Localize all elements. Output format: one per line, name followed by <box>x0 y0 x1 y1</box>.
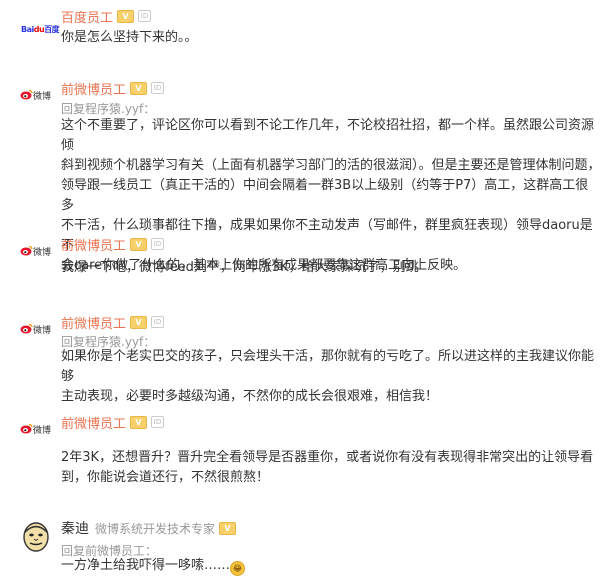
weibo-logo-text: 微博 <box>33 92 52 102</box>
weibo-logo-avatar[interactable]: 微博 <box>20 423 52 437</box>
weibo-logo-avatar[interactable]: 微博 <box>20 323 52 337</box>
comment-2: 微博 前微博员工 V ID 回复程序猿.yyf： 这个不重要了，评论区你可以看到… <box>0 78 609 273</box>
verified-badge-icon: V <box>130 315 148 329</box>
verified-badge-icon: V <box>130 81 148 95</box>
comment-2-header: 前微博员工 V ID <box>61 78 165 98</box>
author-name[interactable]: 前微博员工 <box>61 413 126 432</box>
comment-text: 你是怎么坚持下来的。。 <box>61 30 198 45</box>
comment-1: Baidu百度 百度员工 V ID 你是怎么坚持下来的。。 <box>0 6 609 50</box>
id-badge-icon: ID <box>151 82 165 94</box>
comment-text: 如果你是个老实巴交的孩子，只会埋头干活，那你就有的亏吃了。所以进这样的主我建议你… <box>61 349 595 404</box>
comment-5: 微博 前微博员工 V ID 2年3K，还想晋升？晋升完全看领导是否器重你，或者说… <box>0 412 609 492</box>
comment-6: 秦迪 微博系统开发技术专家 V 回复前微博员工： 一方净土给我吓得一哆嗦…… 😂 <box>0 516 609 584</box>
baidu-logo-part-3: 百度 <box>44 25 60 34</box>
comment-5-header: 前微博员工 V ID <box>61 412 165 432</box>
user-avatar[interactable] <box>21 520 51 554</box>
id-badge-icon: ID <box>151 316 165 328</box>
author-name[interactable]: 前微博员工 <box>61 79 126 98</box>
weibo-eye-icon <box>20 323 33 334</box>
verified-badge-icon: V <box>130 415 148 429</box>
comment-6-header: 秦迪 微博系统开发技术专家 V <box>61 518 237 538</box>
baidu-logo-part-2: du <box>33 25 45 34</box>
author-name[interactable]: 前微博员工 <box>61 313 126 332</box>
weibo-eye-icon <box>20 423 33 434</box>
comment-3: 微博 前微博员工 V ID 我爆一下吧，微博feed刘**，两年涨3K，给大家探… <box>0 234 609 284</box>
comment-4-header: 前微博员工 V ID <box>61 312 165 332</box>
baidu-logo-avatar[interactable]: Baidu百度 <box>21 22 60 38</box>
comment-4: 微博 前微博员工 V ID 回复程序猿.yyf： 如果你是个老实巴交的孩子，只会… <box>0 312 609 404</box>
comment-3-header: 前微博员工 V ID <box>61 234 165 254</box>
weibo-logo-avatar[interactable]: 微博 <box>20 89 52 103</box>
id-badge-icon: ID <box>151 416 165 428</box>
weibo-logo-text: 微博 <box>33 248 52 258</box>
verified-badge-icon: V <box>117 9 135 23</box>
comment-text: 2年3K，还想晋升？晋升完全看领导是否器重你，或者说你有没有表现得非常突出的让领… <box>61 450 594 485</box>
weibo-eye-icon <box>20 245 33 256</box>
baidu-logo-part-1: Bai <box>21 25 34 34</box>
author-title: 微博系统开发技术专家 <box>95 521 216 536</box>
author-name[interactable]: 秦迪 <box>61 518 89 538</box>
id-badge-icon: ID <box>151 238 165 250</box>
laughing-emoji-icon: 😂 <box>230 561 246 576</box>
comment-text-body: 一方净土给我吓得一哆嗦…… <box>61 558 231 573</box>
verified-badge-icon: V <box>219 521 237 535</box>
weibo-logo-avatar[interactable]: 微博 <box>20 245 52 259</box>
comment-text: 一方净土给我吓得一哆嗦…… 😂 <box>61 556 601 576</box>
id-badge-icon: ID <box>138 10 152 22</box>
comment-text: 我爆一下吧，微博feed刘**，两年涨3K，给大家探坑了，别跳 <box>61 260 419 275</box>
weibo-logo-text: 微博 <box>33 326 52 336</box>
author-name[interactable]: 百度员工 <box>61 7 113 26</box>
verified-badge-icon: V <box>130 237 148 251</box>
comment-1-header: 百度员工 V ID <box>61 6 152 26</box>
weibo-logo-text: 微博 <box>33 426 52 436</box>
weibo-eye-icon <box>20 89 33 100</box>
reply-to-label[interactable]: 回复程序猿.yyf： <box>61 100 155 117</box>
author-name[interactable]: 前微博员工 <box>61 235 126 254</box>
